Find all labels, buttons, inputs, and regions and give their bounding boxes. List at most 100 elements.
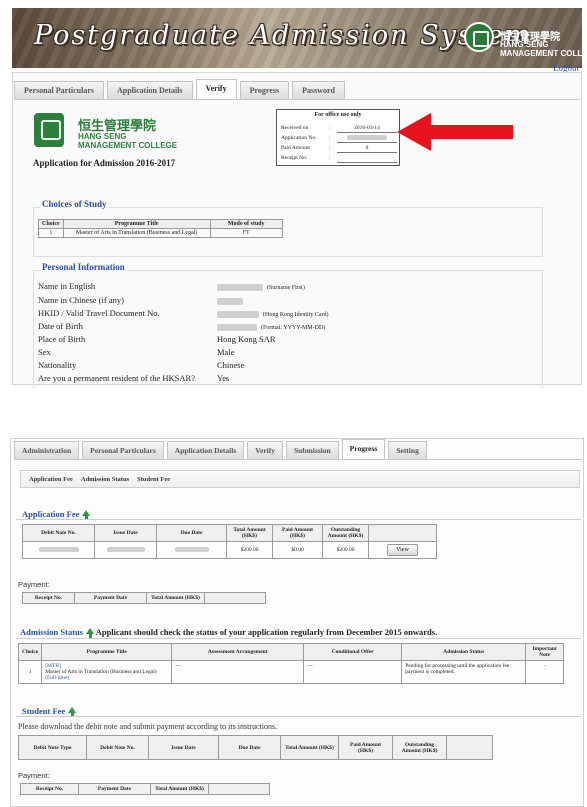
green-up-arrow-icon[interactable] (86, 628, 95, 638)
student-fee-title-text: Student Fee (22, 706, 66, 716)
admission-status-value: Pending for processing until the applica… (401, 660, 527, 684)
column-header: Mode of study (209, 219, 283, 229)
office-use-title: For office use only (314, 112, 362, 118)
college-logo-icon (464, 22, 494, 52)
office-label: Received on (281, 125, 309, 131)
pi-label: Date of Birth (38, 321, 83, 331)
college-crest-icon (34, 113, 64, 147)
top-tab-bar: Personal Particulars Application Details… (14, 79, 580, 100)
student-fee-table: Debit Note Type Debit Note No. Issue Dat… (18, 735, 493, 760)
column-header: Programme Title (62, 219, 211, 229)
column-header: Receipt No. (22, 592, 75, 604)
pi-note: (Format: YYYY-MM-DD) (261, 325, 326, 331)
green-up-arrow-icon[interactable] (82, 510, 91, 520)
green-up-arrow-icon[interactable] (68, 707, 77, 717)
column-header: Choice (17, 643, 43, 661)
column-header: Debit Note No. (22, 524, 95, 542)
choice-number: 1 (17, 660, 43, 684)
column-header: Assessment Arrangement (171, 643, 305, 661)
total-amount: $200.00 (226, 541, 273, 559)
pi-label: Name in Chinese (if any) (38, 295, 124, 305)
table-row: $200.00 $0.00 $200.00 View (22, 541, 437, 559)
system-banner: Postgraduate Admission System 恒生管理學院 HAN… (12, 8, 582, 68)
pi-note: (Surname First) (267, 285, 305, 291)
office-value-receipt-no (337, 155, 397, 163)
pi-value-sex: Male (217, 347, 235, 357)
column-header: Total Amount (HK$) (146, 592, 205, 604)
verify-page-screenshot: Postgraduate Admission System 恒生管理學院 HAN… (0, 0, 587, 388)
pi-value-permanent-resident: Yes (217, 373, 230, 383)
column-header: Total Amount (HK$) (226, 524, 273, 542)
tab-verify[interactable]: Verify (195, 79, 237, 99)
table-row: 1 [MTB] Master of Arts in Translation (B… (17, 660, 564, 684)
due-date (156, 541, 227, 559)
column-header: Due Date (156, 524, 227, 542)
banner-college-en-line2: MANAGEMENT COLLEGE (500, 49, 582, 58)
tab-submission[interactable]: Submission (285, 441, 339, 459)
column-header: Due Date (218, 735, 281, 760)
action-cell: View (368, 541, 437, 559)
column-header (368, 524, 437, 542)
column-header: Issue Date (148, 735, 219, 760)
pi-value-place-of-birth: Hong Kong SAR (217, 334, 276, 344)
office-label: Application No. (281, 135, 317, 141)
payment-label: Payment: (18, 771, 50, 780)
view-button[interactable]: View (387, 544, 418, 556)
column-header (208, 783, 270, 795)
subtab-application-fee[interactable]: Application Fee (29, 476, 73, 483)
column-header: Important Note (525, 643, 564, 661)
section-divider (16, 716, 581, 717)
section-divider (16, 638, 581, 639)
application-fee-table: Debit Note No. Issue Date Due Date Total… (22, 524, 437, 559)
pi-value-date-of-birth: (Format: YYYY-MM-DD) (217, 321, 325, 331)
tab-personal-particulars[interactable]: Personal Particulars (14, 81, 104, 99)
column-header (446, 735, 493, 760)
column-header: Paid Amount (HK$) (338, 735, 393, 760)
column-header: Conditional Offer (303, 643, 403, 661)
column-header (204, 592, 266, 604)
student-fee-instruction: Please download the debit note and submi… (18, 722, 278, 731)
application-payment-table: Receipt No. Payment Date Total Amount (H… (22, 592, 266, 604)
outstanding-amount: $200.00 (322, 541, 369, 559)
office-label: Paid Amount (281, 145, 310, 151)
progress-sub-tabs: Application Fee Admission Status Student… (20, 470, 580, 488)
section-divider (16, 519, 581, 520)
column-header: Debit Note Type (18, 735, 87, 760)
column-header: Outstanding Amount (HK$) (392, 735, 447, 760)
pi-label: Nationality (38, 360, 77, 370)
pi-label: HKID / Valid Travel Document No. (38, 308, 160, 318)
tab-application-details[interactable]: Application Details (106, 81, 193, 99)
column-header: Paid Amount (HK$) (272, 524, 323, 542)
tab-progress[interactable]: Progress (239, 81, 290, 99)
tab-application-details[interactable]: Application Details (166, 441, 245, 459)
assessment-arrangement: --- (171, 660, 305, 684)
tab-setting[interactable]: Setting (388, 441, 427, 459)
column-header: Admission Status (401, 643, 527, 661)
subtab-admission-status[interactable]: Admission Status (81, 476, 129, 483)
column-header: Payment Date (74, 592, 147, 604)
programme-cell: [MTB] Master of Arts in Translation (Bus… (41, 660, 173, 684)
tab-personal-particulars[interactable]: Personal Particulars (82, 441, 164, 459)
pi-value-hkid: (Hong Kong Identity Card) (217, 308, 329, 318)
conditional-offer: --- (303, 660, 403, 684)
student-fee-title: Student Fee (22, 706, 77, 717)
tab-administration[interactable]: Administration (14, 441, 80, 459)
tab-password[interactable]: Password (292, 81, 345, 99)
subtab-student-fee[interactable]: Student Fee (137, 476, 170, 483)
admission-status-title: Admission Status Applicant should check … (20, 627, 437, 638)
office-row-received-on: Received on: 2016-03-14 (281, 125, 399, 135)
bottom-tab-bar: Administration Personal Particulars Appl… (14, 439, 582, 460)
column-header: Debit Note No. (86, 735, 149, 760)
pi-value-nationality: Chinese (217, 360, 245, 370)
choices-table: Choice Programme Title Mode of study 1 M… (38, 219, 283, 238)
programme-title: Master of Arts in Translation (Business … (62, 228, 211, 238)
mode-of-study: FT (209, 228, 283, 238)
pi-label: Name in English (38, 281, 96, 291)
pi-label: Sex (38, 347, 51, 357)
banner-college-en-line1: HANG SENG (500, 40, 549, 49)
issue-date (94, 541, 157, 559)
debit-note-no (22, 541, 95, 559)
tab-progress[interactable]: Progress (341, 439, 386, 459)
tab-verify[interactable]: Verify (247, 441, 283, 459)
programme-mode: (Full-time) (45, 675, 70, 681)
